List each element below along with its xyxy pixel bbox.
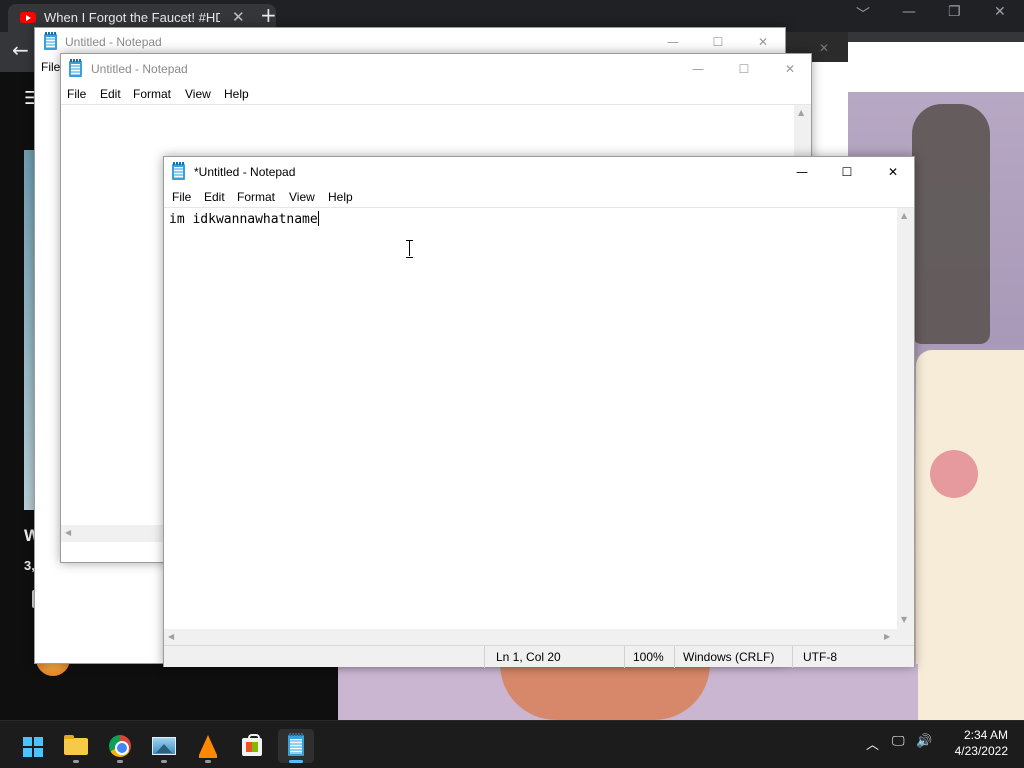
- scroll-left-icon[interactable]: ◀: [168, 632, 174, 641]
- vertical-scrollbar[interactable]: ▲ ▼: [897, 208, 914, 629]
- scrollbar-corner: [897, 629, 914, 646]
- scroll-left-icon[interactable]: ◀: [65, 528, 71, 537]
- status-divider: [674, 646, 675, 668]
- window-title: Untitled - Notepad: [65, 35, 162, 49]
- video-frame-rose: [930, 450, 978, 498]
- running-indicator: [161, 760, 167, 763]
- menu-view[interactable]: View: [185, 87, 211, 101]
- taskbar-file-explorer[interactable]: [58, 729, 94, 763]
- tab-close-icon[interactable]: ✕: [232, 8, 245, 26]
- browser-close-button[interactable]: ✕: [994, 4, 1006, 20]
- vlc-cone-icon: [199, 735, 217, 758]
- active-indicator: [289, 760, 303, 763]
- status-divider: [484, 646, 485, 668]
- taskbar-chrome[interactable]: [102, 729, 138, 763]
- menu-file[interactable]: File: [172, 190, 191, 204]
- start-button[interactable]: [14, 729, 50, 763]
- horizontal-scrollbar[interactable]: ◀: [61, 525, 165, 542]
- window-title: Untitled - Notepad: [91, 62, 188, 76]
- video-frame-face: [500, 664, 710, 720]
- scroll-down-icon[interactable]: ▼: [901, 615, 907, 624]
- video-frame-robot: [912, 104, 990, 344]
- notepad-icon: [44, 32, 57, 50]
- text-caret: [317, 211, 319, 226]
- taskbar-notepad[interactable]: [278, 729, 314, 763]
- chevron-up-icon[interactable]: ︿: [866, 734, 879, 753]
- minimize-button[interactable]: —: [779, 157, 825, 187]
- network-icon[interactable]: 🖵: [892, 734, 905, 749]
- running-indicator: [117, 760, 123, 763]
- status-divider: [792, 646, 793, 668]
- youtube-icon: [20, 12, 36, 23]
- taskbar-store[interactable]: [234, 729, 270, 763]
- windows-logo-icon: [23, 737, 43, 757]
- clock-time[interactable]: 2:34 AM: [958, 728, 1008, 742]
- menu-view[interactable]: View: [289, 190, 315, 204]
- text-area[interactable]: im idkwannawhatname ▲ ▼ ◀ ▶: [164, 207, 914, 646]
- video-frame-cake: [916, 350, 1024, 720]
- more-options-icon[interactable]: ⋯: [812, 78, 831, 99]
- minimize-button[interactable]: —: [650, 28, 696, 56]
- close-button[interactable]: ✕: [740, 28, 786, 56]
- taskbar-photos[interactable]: [146, 729, 182, 763]
- window-title: *Untitled - Notepad: [194, 165, 296, 179]
- maximize-button[interactable]: ☐: [695, 28, 741, 56]
- maximize-button[interactable]: ☐: [824, 157, 870, 187]
- browser-minimize-button[interactable]: —: [902, 4, 916, 20]
- notepad-icon: [69, 59, 82, 77]
- taskbar-vlc[interactable]: [190, 729, 226, 763]
- menu-bar: File Edit Format View Help: [61, 84, 811, 104]
- new-tab-button[interactable]: +: [260, 3, 277, 27]
- menu-help[interactable]: Help: [328, 190, 353, 204]
- menu-bar: File Edit Format View Help: [164, 187, 914, 207]
- folder-icon: [64, 735, 88, 755]
- notepad-window-active[interactable]: *Untitled - Notepad — ☐ ✕ File Edit Form…: [163, 156, 915, 668]
- status-divider: [624, 646, 625, 668]
- document-text[interactable]: im idkwannawhatname: [169, 211, 319, 227]
- tab-search-icon[interactable]: ﹀: [856, 4, 870, 24]
- close-button[interactable]: ✕: [870, 157, 916, 187]
- menu-edit[interactable]: Edit: [100, 87, 121, 101]
- text-cursor-icon: [405, 240, 414, 258]
- photos-icon: [152, 737, 176, 755]
- zoom-level: 100%: [633, 650, 664, 664]
- menu-edit[interactable]: Edit: [204, 190, 225, 204]
- back-arrow-icon[interactable]: ←: [12, 38, 29, 62]
- encoding: UTF-8: [803, 650, 837, 664]
- menu-format[interactable]: Format: [133, 87, 171, 101]
- notepad-icon: [288, 733, 304, 756]
- running-indicator: [205, 760, 211, 763]
- store-bag-icon: [242, 734, 262, 756]
- menu-file[interactable]: File: [67, 87, 86, 101]
- notepad-icon: [172, 162, 185, 180]
- title-bar[interactable]: *Untitled - Notepad — ☐ ✕: [164, 157, 914, 187]
- volume-icon[interactable]: 🔊: [916, 734, 932, 749]
- menu-format[interactable]: Format: [237, 190, 275, 204]
- close-button[interactable]: ✕: [767, 54, 813, 84]
- document-content: im idkwannawhatname: [169, 212, 318, 227]
- chrome-icon: [109, 735, 131, 757]
- title-bar[interactable]: Untitled - Notepad — ☐ ✕: [61, 54, 811, 84]
- maximize-button[interactable]: ☐: [721, 54, 767, 84]
- menu-file[interactable]: File: [41, 60, 60, 74]
- clock-date[interactable]: 4/23/2022: [944, 744, 1008, 758]
- status-bar: Ln 1, Col 20 100% Windows (CRLF) UTF-8: [164, 645, 914, 668]
- scroll-right-icon[interactable]: ▶: [884, 632, 890, 641]
- cursor-position: Ln 1, Col 20: [496, 650, 561, 664]
- running-indicator: [73, 760, 79, 763]
- minimize-button[interactable]: —: [675, 54, 721, 84]
- scroll-up-icon[interactable]: ▲: [901, 211, 907, 220]
- line-ending: Windows (CRLF): [683, 650, 775, 664]
- tab-title: When I Forgot the Faucet! #HDM: [44, 10, 220, 25]
- menu-help[interactable]: Help: [224, 87, 249, 101]
- scroll-up-icon[interactable]: ▲: [798, 108, 804, 117]
- horizontal-scrollbar[interactable]: ◀ ▶: [164, 629, 897, 646]
- browser-restore-button[interactable]: ❐: [948, 4, 961, 20]
